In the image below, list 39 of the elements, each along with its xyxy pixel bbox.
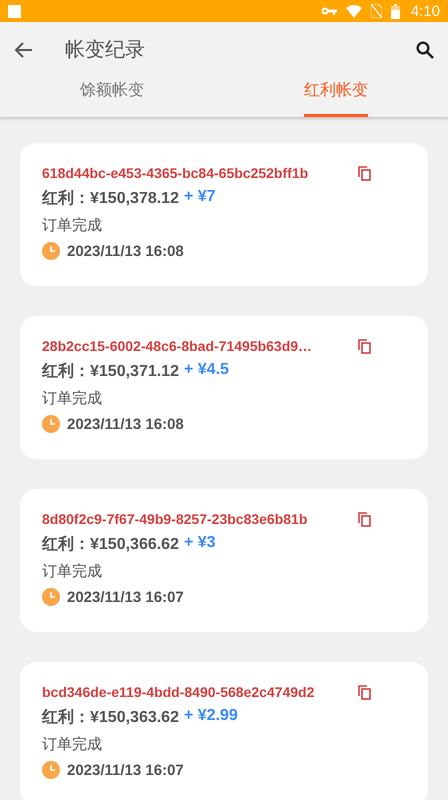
tab[interactable]: 红利帐变 bbox=[304, 77, 368, 117]
back-arrow-icon[interactable] bbox=[15, 42, 33, 58]
order-status: 订单完成 bbox=[42, 389, 102, 408]
bonus-balance: 红利：¥150,378.12 bbox=[42, 188, 179, 209]
battery-icon bbox=[390, 4, 400, 18]
record-time: 2023/11/13 16:08 bbox=[67, 242, 184, 260]
bonus-balance: 红利：¥150,366.62 bbox=[42, 534, 179, 555]
record-time: 2023/11/13 16:07 bbox=[67, 588, 184, 606]
order-id: bcd346de-e119-4bdd-8490-568e2c4749d2 bbox=[42, 684, 316, 700]
clock-icon bbox=[42, 761, 60, 779]
clock-time: 4:10 bbox=[410, 2, 440, 20]
order-id: 8d80f2c9-7f67-49b9-8257-23bc83e6b81b bbox=[42, 511, 308, 527]
page-title: 帐变纪录 bbox=[65, 38, 146, 63]
clock-icon bbox=[42, 588, 60, 606]
copy-icon[interactable] bbox=[358, 684, 371, 700]
bonus-change: + ¥2.99 bbox=[184, 707, 238, 726]
bonus-balance: 红利：¥150,371.12 bbox=[42, 362, 179, 382]
bonus-change: + ¥7 bbox=[184, 188, 216, 207]
notification-icon bbox=[8, 4, 21, 18]
order-status: 订单完成 bbox=[42, 216, 102, 235]
bonus-change: + ¥3 bbox=[184, 534, 216, 553]
record-time: 2023/11/13 16:07 bbox=[67, 762, 184, 778]
tab[interactable]: 馀额帐变 bbox=[80, 77, 144, 117]
copy-icon[interactable] bbox=[358, 166, 371, 180]
bonus-balance: 红利：¥150,363.62 bbox=[42, 708, 179, 728]
order-id: 28b2cc15-6002-48c6-8bad-71495b63d9… bbox=[42, 338, 314, 354]
key-icon bbox=[320, 6, 337, 16]
bonus-change: + ¥4.5 bbox=[184, 361, 229, 380]
search-icon[interactable] bbox=[416, 40, 434, 58]
wifi-icon bbox=[346, 4, 362, 18]
record-time: 2023/11/13 16:08 bbox=[67, 416, 184, 432]
clock-icon bbox=[42, 415, 60, 433]
order-status: 订单完成 bbox=[42, 735, 102, 754]
no-sim-icon bbox=[370, 4, 382, 18]
copy-icon[interactable] bbox=[358, 338, 371, 354]
order-status: 订单完成 bbox=[42, 562, 102, 581]
order-id: 618d44bc-e453-4365-bc84-65bc252bff1b bbox=[42, 165, 310, 181]
copy-icon[interactable] bbox=[358, 512, 371, 526]
clock-icon bbox=[42, 242, 60, 260]
